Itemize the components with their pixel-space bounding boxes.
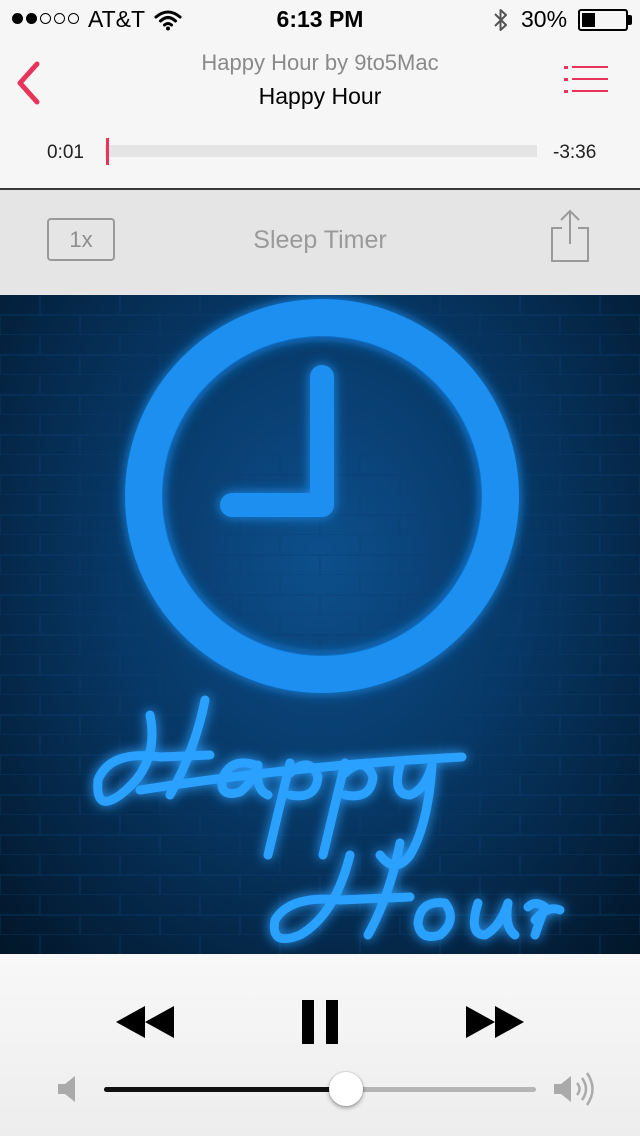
battery-level	[582, 13, 595, 27]
bluetooth-icon	[492, 7, 510, 38]
volume-min-icon	[56, 1074, 80, 1104]
rewind-icon	[116, 1006, 174, 1038]
volume-max-icon	[552, 1072, 598, 1106]
happy-hour-logo	[0, 295, 640, 954]
rewind-button[interactable]	[114, 1004, 176, 1040]
elapsed-time: 0:01	[47, 142, 84, 163]
podcast-title: Happy Hour by 9to5Mac	[201, 50, 439, 75]
episode-list-icon	[564, 66, 608, 93]
share-button[interactable]	[548, 208, 592, 264]
pause-icon	[302, 1000, 338, 1044]
battery-tip	[628, 15, 632, 25]
progress-scrubber[interactable]	[105, 145, 537, 157]
status-bar: AT&T 6:13 PM 30%	[0, 0, 640, 40]
share-icon	[551, 209, 589, 262]
volume-slider[interactable]	[104, 1087, 536, 1092]
episode-list-button[interactable]	[562, 64, 612, 98]
fast-forward-icon	[466, 1006, 524, 1038]
pause-button[interactable]	[300, 1000, 340, 1044]
sleep-timer-button[interactable]: Sleep Timer	[0, 226, 640, 255]
playback-toolbar: 1x Sleep Timer	[0, 190, 640, 295]
fast-forward-button[interactable]	[464, 1004, 526, 1040]
episode-artwork	[0, 295, 640, 954]
volume-fill	[104, 1087, 346, 1092]
episode-title: Happy Hour	[258, 83, 382, 109]
remaining-time: -3:36	[553, 142, 597, 163]
playhead-marker[interactable]	[106, 138, 110, 165]
playback-controls	[0, 954, 640, 1136]
battery-icon	[578, 9, 628, 31]
battery-percent: 30%	[521, 6, 568, 32]
volume-thumb[interactable]	[328, 1072, 363, 1106]
